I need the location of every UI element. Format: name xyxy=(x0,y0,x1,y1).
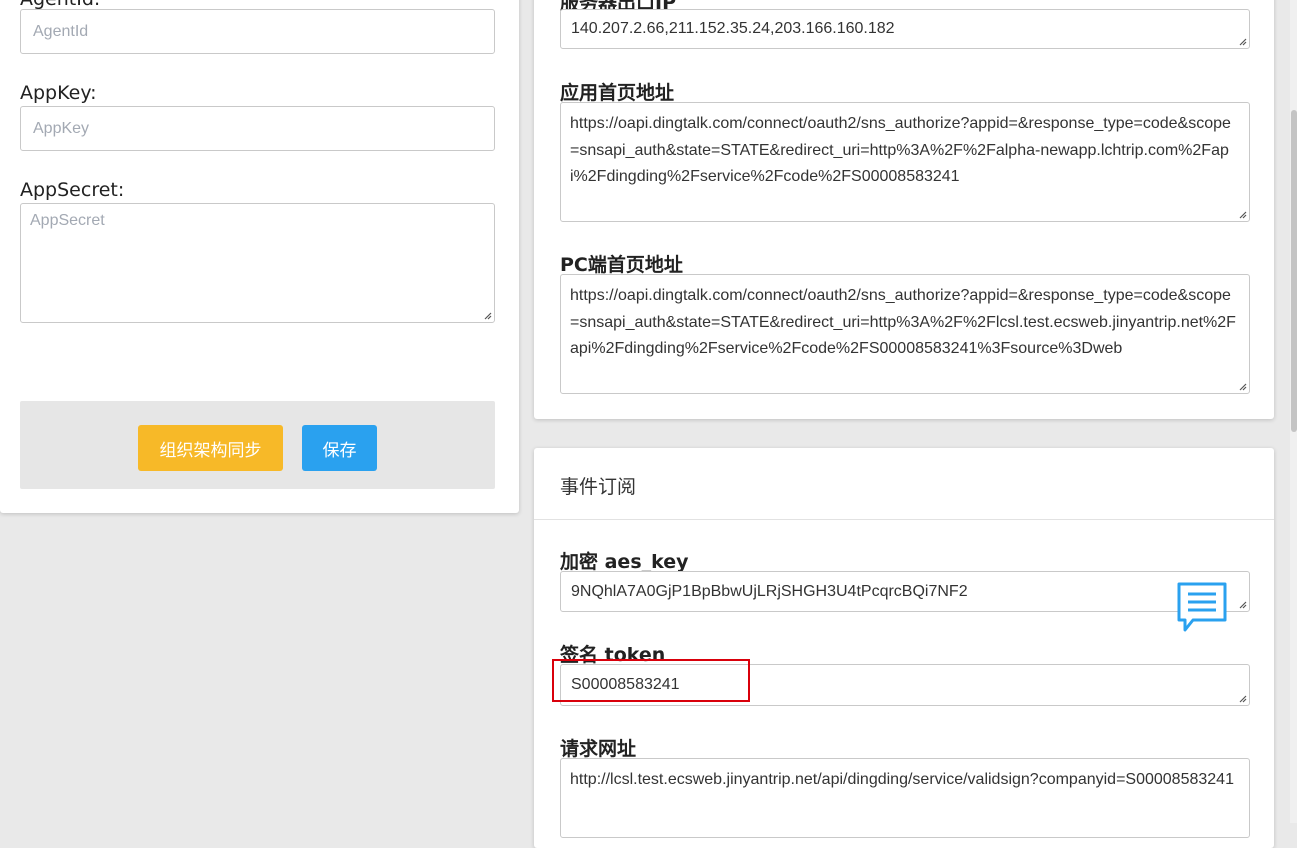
app-home-value: https://oapi.dingtalk.com/connect/oauth2… xyxy=(570,115,1231,185)
appkey-input[interactable]: AppKey xyxy=(20,106,495,151)
aes-key-input[interactable]: 9NQhlA7A0GjP1BpBbwUjLRjSHGH3U4tPcqrcBQi7… xyxy=(560,571,1250,612)
app-home-textarea[interactable]: https://oapi.dingtalk.com/connect/oauth2… xyxy=(560,102,1250,222)
agentid-input[interactable]: AgentId xyxy=(20,9,495,54)
save-button[interactable]: 保存 xyxy=(302,425,377,471)
appsecret-label: AppSecret: xyxy=(20,179,125,201)
resize-grip-icon[interactable] xyxy=(1237,599,1247,609)
server-ip-value: 140.207.2.66,211.152.35.24,203.166.160.1… xyxy=(571,20,895,37)
resize-grip-icon[interactable] xyxy=(1237,209,1247,219)
pc-home-textarea[interactable]: https://oapi.dingtalk.com/connect/oauth2… xyxy=(560,274,1250,394)
appsecret-placeholder: AppSecret xyxy=(30,212,105,229)
pc-home-value: https://oapi.dingtalk.com/connect/oauth2… xyxy=(570,287,1236,357)
aes-key-value: 9NQhlA7A0GjP1BpBbwUjLRjSHGH3U4tPcqrcBQi7… xyxy=(571,582,968,600)
pc-home-label: PC端首页地址 xyxy=(560,254,683,276)
page-scrollbar-thumb[interactable] xyxy=(1291,110,1297,432)
appsecret-textarea[interactable]: AppSecret xyxy=(20,203,495,323)
aes-key-label: 加密 aes_key xyxy=(560,551,689,573)
appkey-label: AppKey: xyxy=(20,82,97,104)
section-header: 事件订阅 xyxy=(534,448,1274,520)
resize-grip-icon[interactable] xyxy=(482,310,492,320)
section-title: 事件订阅 xyxy=(560,476,637,498)
app-home-label: 应用首页地址 xyxy=(560,82,675,104)
org-sync-button[interactable]: 组织架构同步 xyxy=(138,425,283,471)
resize-grip-icon[interactable] xyxy=(1237,36,1247,46)
resize-grip-icon[interactable] xyxy=(1237,381,1247,391)
chat-bubble-icon[interactable] xyxy=(1175,580,1229,636)
request-url-label: 请求网址 xyxy=(560,738,637,760)
token-highlight-box xyxy=(552,659,750,702)
agentid-placeholder: AgentId xyxy=(33,22,89,40)
request-url-textarea[interactable]: http://lcsl.test.ecsweb.jinyantrip.net/a… xyxy=(560,758,1250,838)
request-url-value: http://lcsl.test.ecsweb.jinyantrip.net/a… xyxy=(570,771,1234,788)
resize-grip-icon[interactable] xyxy=(1237,693,1247,703)
appkey-placeholder: AppKey xyxy=(33,119,90,137)
server-ip-input[interactable]: 140.207.2.66,211.152.35.24,203.166.160.1… xyxy=(560,9,1250,49)
